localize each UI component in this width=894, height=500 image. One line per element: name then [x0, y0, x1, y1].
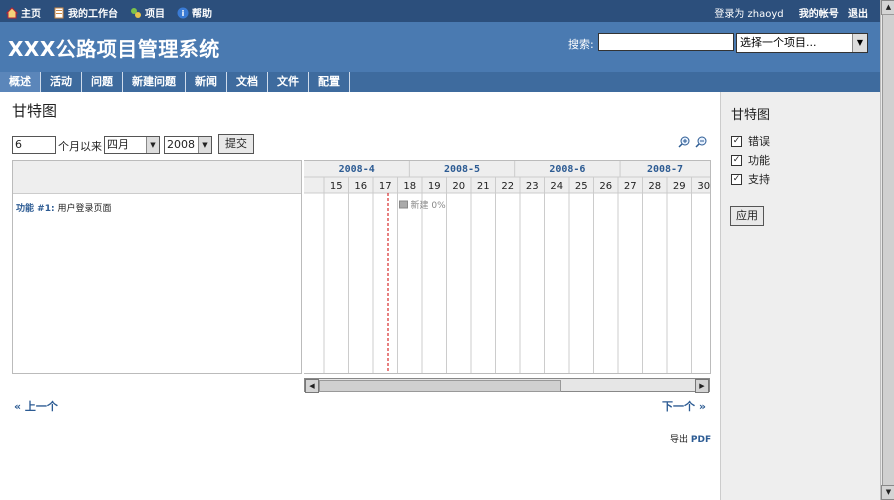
scroll-thumb[interactable]	[319, 380, 561, 392]
gantt-week-label: 23	[526, 181, 539, 192]
gantt-week-label: 26	[599, 181, 612, 192]
chevron-down-icon: ▼	[198, 137, 211, 153]
gantt-horizontal-scrollbar[interactable]: ◀ ▶	[304, 378, 710, 393]
months-label: 个月以来	[58, 140, 102, 153]
gantt-week-label: 20	[452, 181, 465, 192]
page-vertical-scrollbar[interactable]: ▲ ▼	[880, 0, 894, 500]
search-label: 搜索:	[568, 38, 594, 51]
year-select[interactable]: 2008 ▼	[164, 136, 212, 154]
gantt-week-label: 28	[648, 181, 661, 192]
tab-2[interactable]: 问题	[82, 72, 123, 92]
checkbox-checked-icon: ✓	[731, 135, 742, 147]
main-menu: 概述 活动 问题 新建问题 新闻 文档 文件 配置	[0, 72, 880, 92]
export-area: 导出 PDF	[670, 435, 712, 445]
scroll-right-icon[interactable]: ▶	[695, 379, 709, 393]
tab-1[interactable]: 活动	[41, 72, 82, 92]
gantt-month-label: 2008-7	[647, 164, 683, 175]
scroll-up-icon[interactable]: ▲	[881, 0, 894, 15]
months-input[interactable]: 6	[12, 136, 56, 154]
my-page-link[interactable]: 我的工作台	[53, 5, 118, 20]
scroll-down-icon[interactable]: ▼	[881, 485, 894, 500]
export-pdf-link[interactable]: PDF	[691, 435, 711, 445]
next-link[interactable]: 下一个 »	[662, 398, 706, 414]
gantt-week-label: 18	[403, 181, 416, 192]
tab-4[interactable]: 新闻	[186, 72, 227, 92]
gantt-week-label: 22	[501, 181, 514, 192]
checkbox-checked-icon: ✓	[731, 173, 742, 185]
tab-0[interactable]: 概述	[0, 72, 41, 92]
home-icon	[6, 6, 18, 18]
gantt-month-label: 2008-5	[444, 164, 480, 175]
zoom-out-icon[interactable]	[695, 136, 707, 148]
gantt-issue-bar[interactable]	[399, 200, 408, 209]
tracker-checkbox-bug[interactable]: ✓ 错误	[731, 133, 770, 149]
sidebar: 甘特图 ✓ 错误 ✓ 功能 ✓ 支持 应用	[720, 92, 881, 500]
month-select[interactable]: 四月 ▼	[104, 136, 160, 154]
gantt-week-label: 27	[624, 181, 637, 192]
project-jump-select[interactable]: 选择一个项目... ▼	[736, 33, 868, 53]
help-icon: i	[177, 7, 189, 18]
chevron-down-icon: ▼	[852, 34, 867, 52]
home-link[interactable]: 主页	[6, 5, 41, 20]
tab-6[interactable]: 文件	[268, 72, 309, 92]
logged-in-as: 登录为 zhaoyd	[714, 9, 784, 20]
projects-icon	[131, 7, 141, 18]
header: XXX公路项目管理系统 搜索: 选择一个项目... ▼	[0, 22, 880, 72]
previous-link[interactable]: « 上一个	[14, 398, 58, 414]
my-account-link[interactable]: 我的帐号	[799, 9, 839, 20]
tracker-checkbox-support[interactable]: ✓ 支持	[731, 171, 770, 187]
checkbox-checked-icon: ✓	[731, 154, 742, 166]
tab-7[interactable]: 配置	[309, 72, 350, 92]
my-page-icon	[54, 7, 64, 18]
sidebar-title: 甘特图	[731, 108, 771, 123]
gantt-week-label: 15	[330, 181, 343, 192]
projects-link[interactable]: 项目	[130, 5, 165, 20]
chevron-down-icon: ▼	[146, 137, 159, 153]
gantt-subjects: 功能 #1: 用户登录页面	[12, 160, 302, 374]
gantt-subjects-header	[13, 161, 301, 194]
search-input[interactable]	[598, 33, 734, 51]
gantt-month-label: 2008-6	[549, 164, 585, 175]
gantt-week-label: 21	[477, 181, 490, 192]
gantt-week-label: 19	[428, 181, 441, 192]
page-title: 甘特图	[12, 102, 58, 120]
gantt-week-label: 17	[379, 181, 392, 192]
tracker-checkbox-feature[interactable]: ✓ 功能	[731, 152, 770, 168]
gantt-week-label: 16	[354, 181, 367, 192]
scroll-left-icon[interactable]: ◀	[305, 379, 319, 393]
tab-3[interactable]: 新建问题	[123, 72, 186, 92]
scroll-thumb[interactable]	[882, 14, 894, 486]
submit-button[interactable]: 提交	[218, 134, 254, 154]
gantt-week-label: 29	[673, 181, 686, 192]
top-menu: 主页 我的工作台 项目 i 帮助 登录为 zhaoyd 我的帐号 退出	[0, 0, 880, 22]
help-link[interactable]: i 帮助	[177, 5, 212, 20]
gantt-grid: 2008-4 2008-5 2008-6 2008-7 15 16 17 18 19 20 21 22…	[304, 161, 710, 373]
svg-text:i: i	[182, 9, 185, 18]
gantt-issue-subject: 功能 #1: 用户登录页面	[16, 204, 112, 214]
site-title: XXX公路项目管理系统	[8, 37, 220, 61]
gantt-month-label: 2008-4	[339, 164, 375, 175]
gantt-week-label: 24	[550, 181, 563, 192]
apply-button[interactable]: 应用	[730, 206, 764, 226]
gantt-week-label: 30	[697, 181, 710, 192]
gantt-chart: 2008-4 2008-5 2008-6 2008-7 15 16 17 18 19 20 21 22…	[304, 160, 711, 374]
tab-5[interactable]: 文档	[227, 72, 268, 92]
gantt-issue-status: 新建 0%	[411, 199, 447, 211]
zoom-in-icon[interactable]	[678, 136, 690, 148]
logout-link[interactable]: 退出	[848, 9, 868, 20]
issue-link[interactable]: 功能 #1:	[16, 204, 55, 214]
gantt-week-label: 25	[575, 181, 588, 192]
